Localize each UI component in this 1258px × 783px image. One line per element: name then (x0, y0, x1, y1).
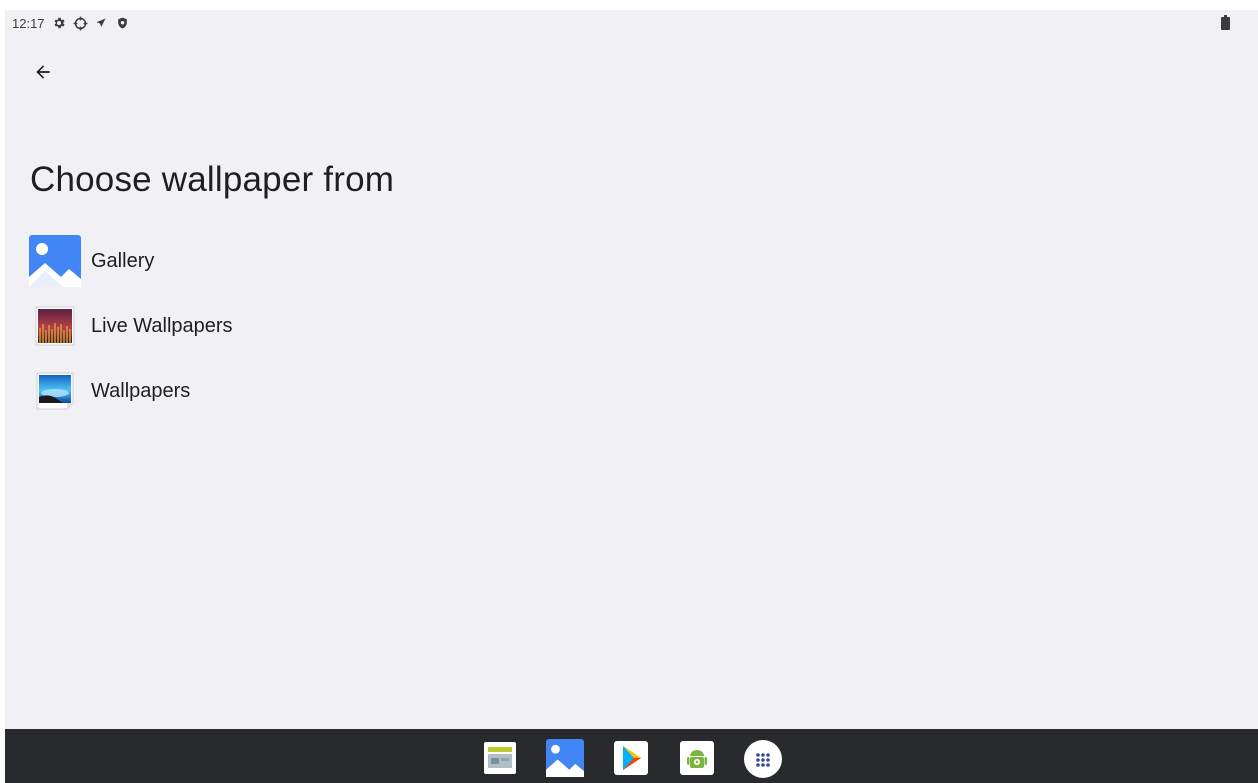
screen: 12:17 Choose wallpaper from Gallery Live… (5, 10, 1258, 783)
page-title: Choose wallpaper from (30, 160, 395, 199)
location-arrow-icon (93, 15, 110, 32)
status-bar: 12:17 (5, 10, 1258, 36)
status-time: 12:17 (12, 15, 45, 31)
option-gallery[interactable]: Gallery (29, 234, 529, 288)
play-store-icon[interactable] (612, 739, 650, 777)
arrow-back-icon (36, 65, 50, 79)
battery-icon (1221, 15, 1230, 33)
app-icon-1[interactable] (481, 739, 519, 777)
back-button[interactable] (27, 56, 59, 88)
shield-icon (114, 15, 131, 32)
android-app-icon[interactable] (678, 739, 716, 777)
option-label-wallpapers: Wallpapers (91, 379, 191, 402)
option-wallpapers[interactable]: Wallpapers (29, 364, 529, 418)
gallery-icon[interactable] (546, 739, 584, 777)
live-wallpapers-icon (29, 300, 81, 352)
option-live-wallpapers[interactable]: Live Wallpapers (29, 299, 529, 353)
wallpapers-icon (29, 365, 81, 417)
app-drawer-icon[interactable] (743, 739, 782, 778)
option-label-gallery: Gallery (91, 249, 155, 272)
crosshair-icon (72, 15, 89, 32)
settings-gear-icon (51, 15, 68, 32)
option-label-live-wallpapers: Live Wallpapers (91, 314, 233, 337)
taskbar (5, 729, 1258, 783)
gallery-icon (29, 235, 81, 287)
